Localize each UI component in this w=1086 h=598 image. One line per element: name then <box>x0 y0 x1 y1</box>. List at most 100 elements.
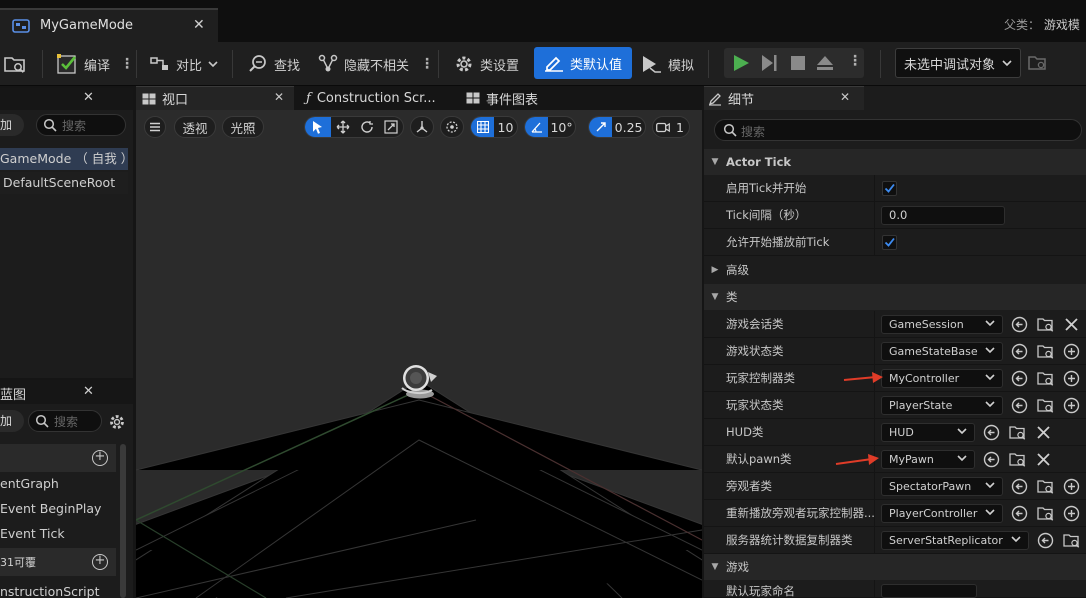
event-item[interactable]: Event Tick <box>0 526 65 541</box>
hide-unrelated-button[interactable]: 隐藏不相关 <box>318 42 409 86</box>
rotation-snap-value[interactable]: 10° <box>548 117 575 137</box>
functions-section-header[interactable]: 31可覆 + <box>0 548 116 576</box>
reset-to-default-icon[interactable] <box>983 424 1000 441</box>
browse-asset-icon[interactable] <box>1037 505 1054 522</box>
clear-class-icon[interactable] <box>1035 424 1052 441</box>
reset-to-default-icon[interactable] <box>1037 532 1054 549</box>
graph-item[interactable]: entGraph <box>0 476 59 491</box>
find-options-menu[interactable]: ⋮ <box>420 42 434 86</box>
tick-interval-field[interactable]: 0.0 <box>881 206 1005 225</box>
reset-to-default-icon[interactable] <box>983 451 1000 468</box>
details-tab[interactable]: 细节 ✕ <box>704 86 864 110</box>
class-select[interactable]: MyPawn <box>881 450 975 469</box>
diff-button[interactable]: 对比 <box>150 42 218 86</box>
grid-size-value[interactable]: 10 <box>494 117 517 137</box>
lit-mode-button[interactable]: 光照 <box>222 116 264 138</box>
category-actor-tick[interactable]: ▼ Actor Tick <box>704 149 1086 175</box>
camera-speed-toggle[interactable] <box>653 117 673 137</box>
reset-to-default-icon[interactable] <box>1011 478 1028 495</box>
document-tab[interactable]: MyGameMode ✕ <box>0 8 218 42</box>
perspective-button[interactable]: 透视 <box>174 116 216 138</box>
default-player-name-field[interactable] <box>881 584 977 598</box>
blueprint-scrollbar[interactable] <box>120 444 126 598</box>
browse-asset-icon[interactable] <box>1037 397 1054 414</box>
browse-asset-icon[interactable] <box>1009 451 1026 468</box>
add-component-button[interactable]: 加 <box>0 114 24 136</box>
play-icon[interactable] <box>732 54 750 72</box>
browse-asset-icon[interactable] <box>1037 370 1054 387</box>
reset-to-default-icon[interactable] <box>1011 343 1028 360</box>
class-select[interactable]: PlayerController <box>881 504 1003 523</box>
play-options-menu[interactable]: ⋮ <box>848 53 862 69</box>
step-icon[interactable] <box>760 54 778 72</box>
reset-to-default-icon[interactable] <box>1011 505 1028 522</box>
browse-debug-object-icon[interactable] <box>1028 54 1048 72</box>
reset-to-default-icon[interactable] <box>1011 397 1028 414</box>
tick-enabled-checkbox[interactable] <box>882 181 897 196</box>
rotate-tool-button[interactable] <box>355 117 379 137</box>
scene-root-sprite-icon[interactable] <box>396 362 442 402</box>
clear-class-icon[interactable] <box>1035 451 1052 468</box>
add-function-icon[interactable]: + <box>92 554 108 570</box>
tab-construction-script[interactable]: ƒ Construction Scr... <box>306 86 436 110</box>
components-search-input[interactable]: 搜索 <box>36 114 126 136</box>
scale-snap-toggle[interactable] <box>589 117 613 137</box>
stop-icon[interactable] <box>790 54 806 72</box>
close-panel-icon[interactable]: ✕ <box>83 90 94 105</box>
details-search-input[interactable]: 搜索 <box>714 119 1082 141</box>
surface-snap-button[interactable] <box>440 116 464 138</box>
tab-event-graph[interactable]: 事件图表 <box>466 86 538 110</box>
gear-icon[interactable] <box>108 413 126 431</box>
blueprint-search-input[interactable]: 搜索 <box>28 410 102 432</box>
reset-to-default-icon[interactable] <box>1011 370 1028 387</box>
select-tool-button[interactable] <box>305 117 331 137</box>
class-select[interactable]: SpectatorPawn <box>881 477 1003 496</box>
parent-class-value[interactable]: 游戏模 <box>1044 18 1080 32</box>
add-new-class-icon[interactable] <box>1063 505 1080 522</box>
eject-icon[interactable] <box>816 54 834 72</box>
clear-class-icon[interactable] <box>1063 316 1080 333</box>
add-new-class-icon[interactable] <box>1063 397 1080 414</box>
camera-speed-value[interactable]: 1 <box>673 117 687 137</box>
grid-snap-toggle[interactable] <box>471 117 494 137</box>
simulate-button[interactable]: 模拟 <box>640 42 694 86</box>
graphs-section-header[interactable]: + <box>0 444 116 472</box>
category-game[interactable]: ▼ 游戏 <box>704 554 1086 580</box>
close-panel-icon[interactable]: ✕ <box>83 384 94 399</box>
compile-button[interactable]: 编译 <box>56 42 110 86</box>
add-new-class-icon[interactable] <box>1063 343 1080 360</box>
add-blueprint-item-button[interactable]: 加 <box>0 410 24 432</box>
coordinate-system-button[interactable] <box>410 116 434 138</box>
find-button[interactable]: 查找 <box>248 42 300 86</box>
add-graph-icon[interactable]: + <box>92 450 108 466</box>
component-tree-item-root[interactable]: DefaultSceneRoot <box>0 172 128 194</box>
category-classes[interactable]: ▼ 类 <box>704 284 1086 310</box>
compile-options-menu[interactable]: ⋮ <box>120 42 134 86</box>
reset-to-default-icon[interactable] <box>1011 316 1028 333</box>
class-defaults-button[interactable]: 类默认值 <box>534 47 633 79</box>
class-settings-button[interactable]: 类设置 <box>454 42 519 86</box>
browse-asset-icon[interactable] <box>1037 478 1054 495</box>
class-select[interactable]: HUD <box>881 423 975 442</box>
tick-before-play-checkbox[interactable] <box>882 235 897 250</box>
browse-asset-icon[interactable] <box>1037 316 1054 333</box>
class-select[interactable]: GameStateBase <box>881 342 1003 361</box>
browse-button[interactable] <box>4 42 26 86</box>
class-select[interactable]: GameSession <box>881 315 1003 334</box>
component-tree-item-self[interactable]: GameMode （ 自我 ） <box>0 148 133 170</box>
browse-asset-icon[interactable] <box>1009 424 1026 441</box>
viewport[interactable]: 透视 光照 10 10° 0.25 1 <box>136 110 702 598</box>
function-item[interactable]: nstructionScript <box>0 584 99 598</box>
close-tab-icon[interactable]: ✕ <box>193 17 205 33</box>
rotation-snap-toggle[interactable] <box>525 117 549 137</box>
add-new-class-icon[interactable] <box>1063 478 1080 495</box>
browse-asset-icon[interactable] <box>1063 532 1080 549</box>
scale-tool-button[interactable] <box>379 117 403 137</box>
translate-tool-button[interactable] <box>331 117 355 137</box>
close-panel-icon[interactable]: ✕ <box>840 90 850 104</box>
browse-asset-icon[interactable] <box>1037 343 1054 360</box>
scale-snap-value[interactable]: 0.25 <box>612 117 645 137</box>
event-item[interactable]: Event BeginPlay <box>0 501 101 516</box>
add-new-class-icon[interactable] <box>1063 370 1080 387</box>
viewport-menu-button[interactable] <box>144 116 166 138</box>
